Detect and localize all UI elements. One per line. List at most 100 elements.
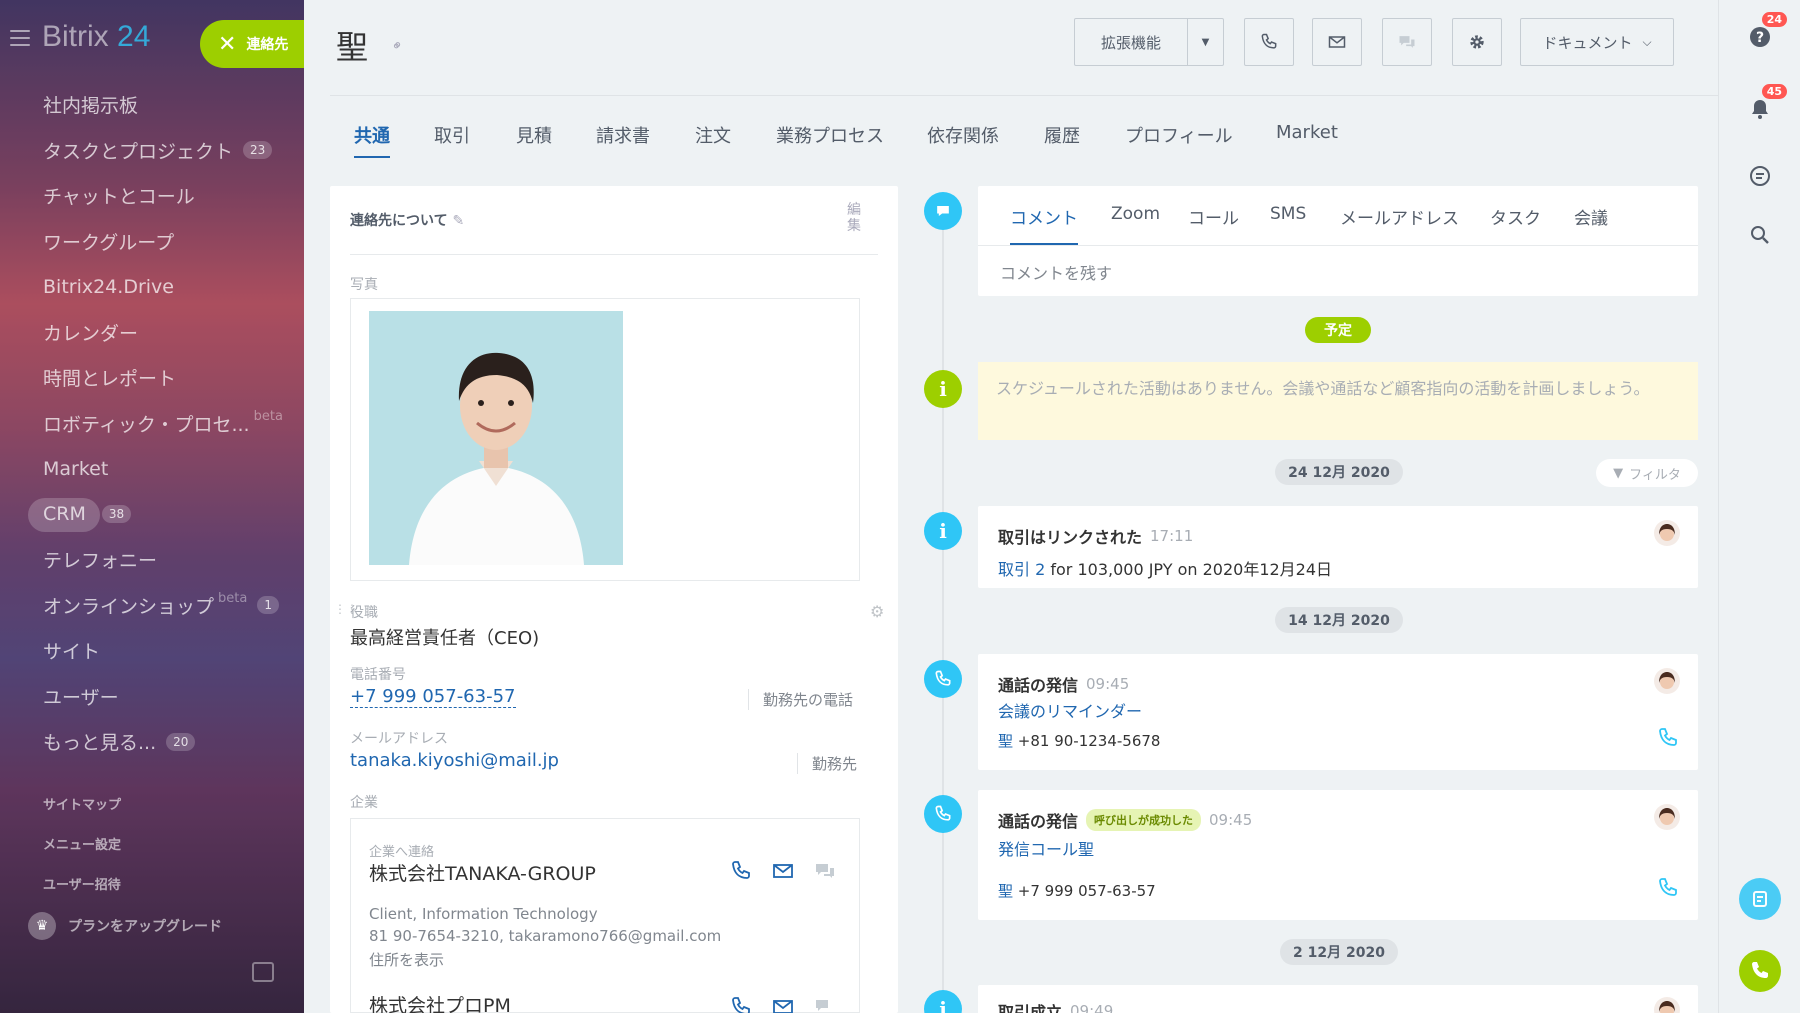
messenger-button[interactable] [1739, 155, 1781, 197]
sidebar-item-chat[interactable]: チャットとコール [0, 173, 304, 219]
sidebar-item-crm[interactable]: CRM 38 [0, 492, 304, 538]
call-button[interactable] [1244, 18, 1294, 66]
avatar[interactable] [1654, 520, 1680, 546]
sidebar-item-workgroups[interactable]: ワークグループ [0, 219, 304, 265]
sidebar-item-time-reports[interactable]: 時間とレポート [0, 355, 304, 401]
sidebar-item-tasks[interactable]: タスクとプロジェクト 23 [0, 128, 304, 174]
pencil-icon[interactable]: ✎ [452, 213, 464, 229]
tab-sms[interactable]: SMS [1270, 204, 1306, 238]
deal-link[interactable]: 取引 2 [998, 560, 1045, 579]
tab-meeting[interactable]: 会議 [1574, 204, 1608, 243]
tab-general[interactable]: 共通 [354, 122, 390, 158]
search-button[interactable] [1739, 214, 1781, 256]
email-link[interactable]: tanaka.kiyoshi@mail.jp [350, 750, 559, 771]
tab-workflows[interactable]: 業務プロセス [776, 122, 884, 156]
chat-bubble-icon [1399, 36, 1415, 48]
sidebar-item-market[interactable]: Market [0, 446, 304, 492]
tab-history[interactable]: 履歴 [1044, 122, 1080, 156]
chat-bubble-icon[interactable] [813, 859, 837, 883]
timeline-event: 通話の発信 09:45 会議のリマインダー 聖 +81 90-1234-5678 [978, 654, 1698, 770]
phone-icon[interactable] [729, 995, 753, 1013]
show-address-link[interactable]: 住所を表示 [369, 949, 444, 970]
chat-bubble-icon[interactable] [813, 995, 837, 1013]
notification-badge: 24 [1761, 12, 1787, 27]
printer-icon[interactable] [252, 962, 274, 982]
comment-input[interactable]: コメントを残す [1000, 260, 1112, 284]
tab-dependencies[interactable]: 依存関係 [927, 122, 999, 156]
tab-quotes[interactable]: 見積 [516, 122, 552, 156]
tab-invoices[interactable]: 請求書 [596, 122, 650, 156]
document-button[interactable]: ドキュメント ⌵ [1520, 18, 1674, 66]
sidebar-item-drive[interactable]: Bitrix24.Drive [0, 264, 304, 310]
close-icon[interactable]: ✕ [218, 32, 236, 57]
contact-link[interactable]: 聖 [998, 882, 1013, 900]
envelope-icon[interactable] [771, 859, 795, 883]
company-name[interactable]: 株式会社プロPM [369, 991, 511, 1013]
timeline-editor-tabs: コメント Zoom コール SMS メールアドレス タスク 会議 [978, 186, 1698, 246]
photo-field [350, 298, 860, 581]
tab-market[interactable]: Market [1276, 122, 1338, 151]
filter-button[interactable]: ▼ フィルタ [1596, 459, 1698, 487]
sidebar-item-users[interactable]: ユーザー [0, 674, 304, 720]
link-icon[interactable]: ⚭ [388, 36, 408, 56]
event-subject-link[interactable]: 会議のリマインダー [998, 698, 1142, 722]
event-title: 取引はリンクされた [998, 528, 1143, 547]
contact-slider-tab[interactable]: ✕ 連絡先 [200, 20, 304, 68]
counter-badge: 23 [243, 141, 273, 160]
phone-icon[interactable] [1656, 876, 1680, 900]
help-button[interactable]: ? 24 [1739, 12, 1787, 58]
sidebar-item-sites[interactable]: サイト [0, 628, 304, 674]
bitrix-logo[interactable]: Bitrix 24 [42, 20, 150, 54]
tab-profile[interactable]: プロフィール [1125, 122, 1233, 156]
sidebar-item-feed[interactable]: 社内掲示板 [0, 82, 304, 128]
sitemap-link[interactable]: サイトマップ [43, 794, 121, 813]
menu-burger-icon[interactable] [10, 30, 30, 46]
sidebar-item-calendar[interactable]: カレンダー [0, 310, 304, 356]
sidebar-item-telephony[interactable]: テレフォニー [0, 537, 304, 583]
sidebar-header: Bitrix 24 ✕ 連絡先 [0, 0, 304, 80]
invite-users-link[interactable]: ユーザー招待 [43, 874, 121, 893]
phone-icon[interactable] [729, 859, 753, 883]
event-subject-link[interactable]: 発信コール聖 [998, 836, 1094, 860]
tab-call[interactable]: コール [1188, 204, 1239, 243]
avatar[interactable] [1654, 668, 1680, 694]
envelope-icon[interactable] [771, 995, 795, 1013]
tab-orders[interactable]: 注文 [695, 122, 731, 156]
page-title: 聖 [336, 28, 369, 66]
chevron-down-icon[interactable]: ▼ [1187, 19, 1223, 65]
tab-email[interactable]: メールアドレス [1340, 204, 1459, 243]
sidebar-item-rpa[interactable]: ロボティック・プロセ... beta [0, 401, 304, 447]
sidebar-item-shop[interactable]: オンラインショップ beta 1 [0, 583, 304, 629]
phone-icon[interactable] [1656, 726, 1680, 750]
settings-button[interactable] [1452, 18, 1502, 66]
planned-badge: 予定 [1305, 317, 1371, 343]
phone-call-button[interactable] [1739, 950, 1781, 992]
notifications-button[interactable]: 45 [1739, 84, 1787, 130]
contact-photo[interactable] [369, 311, 623, 565]
company-name[interactable]: 株式会社TANAKA-GROUP [369, 859, 596, 886]
sidebar-item-more[interactable]: もっと見る... 20 [0, 719, 304, 765]
tab-deals[interactable]: 取引 [434, 122, 470, 156]
help-icon: ? [1750, 27, 1770, 47]
open-lines-button[interactable] [1739, 878, 1781, 920]
funnel-icon: ▼ [1613, 465, 1624, 481]
phone-link[interactable]: +7 999 057-63-57 [350, 686, 516, 708]
tab-comment[interactable]: コメント [1010, 204, 1078, 245]
extensions-button[interactable]: 拡張機能 ▼ [1074, 18, 1224, 66]
avatar[interactable] [1654, 997, 1680, 1013]
call-icon [924, 795, 962, 833]
card-title: 連絡先について ✎ [350, 213, 465, 229]
avatar[interactable] [1654, 804, 1680, 830]
tab-zoom[interactable]: Zoom [1111, 204, 1160, 238]
gear-icon[interactable]: ⚙ [870, 602, 884, 621]
menu-settings-link[interactable]: メニュー設定 [43, 834, 121, 853]
date-separator: 24 12月 2020 [1275, 459, 1403, 485]
email-button[interactable] [1312, 18, 1362, 66]
contact-link[interactable]: 聖 [998, 732, 1013, 750]
upgrade-plan-button[interactable]: ♛ プランをアップグレード [28, 912, 222, 940]
tab-task[interactable]: タスク [1490, 204, 1541, 243]
chat-button[interactable] [1382, 18, 1432, 66]
edit-link[interactable]: 編集 [847, 202, 863, 234]
date-separator: 14 12月 2020 [1275, 607, 1403, 633]
right-rail: ? 24 45 [1718, 0, 1800, 1013]
